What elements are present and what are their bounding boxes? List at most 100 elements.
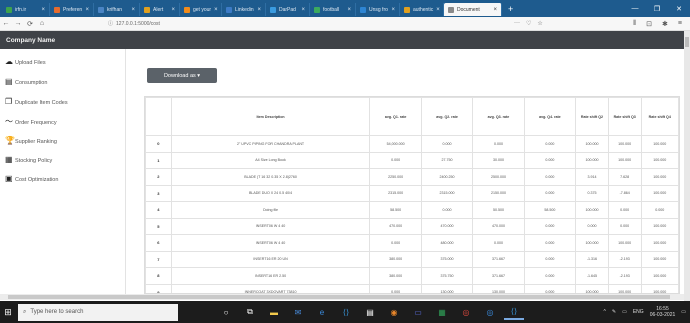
sidebar-item-order-frequency[interactable]: 〜 Order Frequency (0, 117, 57, 127)
minimize-button[interactable]: — (624, 5, 646, 13)
browser-tab[interactable]: Document × (444, 3, 502, 16)
terminal-icon[interactable]: ▭ (408, 304, 428, 320)
table-cell: 100.000 (575, 283, 609, 293)
home-button[interactable]: ⌂ (36, 20, 48, 27)
edge-icon[interactable]: e (312, 304, 332, 320)
vscode-active-icon[interactable]: ⟨⟩ (504, 304, 524, 320)
tab-close-icon[interactable]: × (257, 7, 261, 13)
tab-close-icon[interactable]: × (391, 7, 395, 13)
clock[interactable]: 16:55 06-03-2021 (650, 306, 676, 318)
new-tab-button[interactable]: + (502, 4, 519, 14)
column-header[interactable]: Item Description (170, 97, 371, 136)
browser-tab[interactable]: football × (310, 3, 356, 16)
sidebar-item-stocking-policy[interactable]: ▦ Stocking Policy (0, 156, 52, 165)
browser-tab[interactable]: irfn.ir × (2, 3, 50, 16)
browser-tab[interactable]: Preferen × (50, 3, 94, 16)
browser-tab[interactable]: Alert × (140, 3, 180, 16)
download-as-button[interactable]: Download as ▾ (147, 68, 217, 83)
table-row: 8 INSERT16 ER 2.50 380.000 375.750 371.667 0.… (145, 267, 679, 285)
tab-close-icon[interactable]: × (41, 7, 45, 13)
tab-close-icon[interactable]: × (493, 7, 497, 13)
page-actions-icon[interactable]: ··· (514, 20, 520, 27)
row-index: 5 (145, 217, 172, 235)
browser-tab[interactable]: DarPad × (266, 3, 310, 16)
bookmark-icon[interactable]: ☆ (537, 20, 542, 27)
table-header-row: Item Description avg. Q1. rate avg. Q2. ra… (145, 97, 679, 136)
vertical-scrollbar[interactable] (684, 31, 690, 301)
tab-favicon-icon (448, 6, 454, 13)
taskbar-search[interactable]: ⌕ Type here to search (18, 303, 178, 321)
extension-icon[interactable]: ✱ (662, 20, 668, 28)
battery-icon[interactable]: ▭ (622, 309, 627, 315)
sidebar-item-label: Upload Files (15, 60, 46, 66)
column-header[interactable]: avg. Q3. rate (472, 97, 525, 136)
tab-close-icon[interactable]: × (171, 7, 175, 13)
browser-tab[interactable]: authentic × (400, 3, 444, 16)
url-text: 127.0.0.1:5000/cost (116, 20, 160, 27)
company-name[interactable]: Company Name (6, 37, 55, 44)
column-header[interactable]: Rate shift Q4 (640, 97, 679, 136)
tab-close-icon[interactable]: × (301, 7, 305, 13)
table-cell: 380.000 (369, 267, 422, 285)
task-view-icon[interactable]: ⧉ (240, 304, 260, 320)
sidebar-item-consumption[interactable]: ▤ Consumption (0, 78, 47, 87)
back-button[interactable]: ← (0, 20, 12, 27)
file-explorer-icon[interactable]: ▬ (264, 304, 284, 320)
close-window-button[interactable]: ✕ (668, 5, 690, 13)
reload-button[interactable]: ⟳ (24, 20, 36, 28)
spreadsheet-icon[interactable]: ▦ (432, 304, 452, 320)
sidebar: ☁ Upload Files ▤ Consumption ❐ Duplicate Item… (0, 49, 126, 294)
sidebar-item-upload-files[interactable]: ☁ Upload Files (0, 58, 46, 67)
column-header[interactable]: avg. Q1. rate (369, 97, 422, 136)
vscode-icon[interactable]: ⟨⟩ (336, 304, 356, 320)
tab-close-icon[interactable]: × (85, 7, 89, 13)
table-cell: BLADE (T 16 32 0.35 X 2.8)2760 (170, 168, 371, 186)
page-info-icon[interactable]: ⓘ (108, 20, 113, 27)
sidebar-item-duplicate-item-codes[interactable]: ❐ Duplicate Item Codes (0, 98, 68, 107)
store-icon[interactable]: ▤ (360, 304, 380, 320)
chrome-dev-icon[interactable]: ◎ (480, 304, 500, 320)
table-cell: -7.864 (607, 184, 642, 202)
forward-button[interactable]: → (12, 20, 24, 27)
browser-tab[interactable]: Unsg fro × (356, 3, 400, 16)
column-header[interactable] (145, 97, 172, 136)
table-cell: 0.000 (607, 201, 642, 219)
language-indicator[interactable]: ENG (633, 309, 644, 315)
table-cell: 2400.250 (420, 168, 474, 186)
browser-tab[interactable]: get your × (180, 3, 222, 16)
tab-close-icon[interactable]: × (214, 7, 218, 13)
pocket-icon[interactable]: ♡ (526, 20, 531, 27)
horizontal-scrollbar[interactable] (0, 294, 684, 300)
library-icon[interactable]: ⫴ (633, 20, 636, 28)
chrome-icon[interactable]: ◎ (456, 304, 476, 320)
tab-close-icon[interactable]: × (436, 7, 440, 13)
menu-icon[interactable]: ≡ (678, 20, 682, 28)
cortana-icon[interactable]: ○ (216, 304, 236, 320)
firefox-icon[interactable]: ◉ (384, 304, 404, 320)
table-cell: 0.000 (369, 151, 422, 169)
table-cell: -2.193 (607, 267, 642, 285)
tab-close-icon[interactable]: × (347, 7, 351, 13)
tab-close-icon[interactable]: × (131, 7, 135, 13)
sidebar-item-cost-optimization[interactable]: ▣ Cost Optimization (0, 175, 58, 184)
browser-tab[interactable]: Linkedin × (222, 3, 266, 16)
column-header[interactable]: avg. Q4. rate (523, 97, 577, 136)
sidebar-toggle-icon[interactable]: ⊡ (646, 20, 652, 28)
line-chart-icon: 〜 (5, 117, 13, 126)
vertical-scroll-thumb[interactable] (685, 37, 689, 47)
browser-tab[interactable]: krifhan × (94, 3, 140, 16)
maximize-button[interactable]: ❐ (646, 5, 668, 13)
column-header[interactable]: Rate shift Q3 (607, 97, 642, 136)
column-header[interactable]: Rate shift Q2 (575, 97, 609, 136)
mail-icon[interactable]: ✉ (288, 304, 308, 320)
notification-icon[interactable]: ▭ (681, 309, 686, 315)
tray-chevron-icon[interactable]: ^ (604, 309, 606, 315)
horizontal-scroll-thumb[interactable] (8, 295, 670, 299)
column-header[interactable]: avg. Q2. rate (420, 97, 474, 136)
table-cell: 0.375 (575, 184, 609, 202)
start-button[interactable]: ⊞ (0, 301, 16, 323)
window-controls: — ❐ ✕ (624, 5, 690, 13)
address-bar[interactable]: ⓘ 127.0.0.1:5000/cost (108, 19, 508, 29)
sidebar-item-supplier-ranking[interactable]: 🏆 Supplier Ranking (0, 137, 57, 146)
pen-icon[interactable]: ✎ (612, 309, 616, 315)
